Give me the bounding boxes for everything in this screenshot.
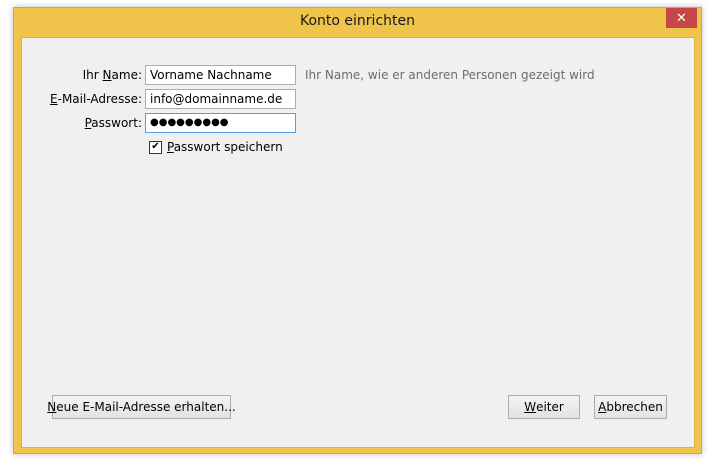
name-label: Ihr Name: (82, 68, 142, 82)
close-button[interactable]: ✕ (666, 8, 697, 28)
dialog-content: Ihr Name: Vorname Nachname Ihr Name, wie… (21, 37, 695, 448)
cancel-button[interactable]: Abbrechen (594, 395, 667, 419)
email-input[interactable]: info@domainname.de (145, 89, 296, 109)
password-label: Passwort: (84, 116, 142, 130)
remember-password-option[interactable]: ✔ Passwort speichern (149, 140, 283, 154)
remember-password-checkbox[interactable]: ✔ (149, 140, 162, 154)
name-input[interactable]: Vorname Nachname (145, 65, 296, 85)
close-icon: ✕ (676, 10, 687, 26)
remember-password-label: Passwort speichern (167, 140, 283, 154)
password-input[interactable]: ●●●●●●●●● (145, 113, 296, 133)
name-hint: Ihr Name, wie er anderen Personen gezeig… (305, 68, 595, 82)
checkmark-icon: ✔ (151, 141, 160, 152)
email-label: E-Mail-Adresse: (50, 92, 142, 106)
title-bar[interactable]: Konto einrichten ✕ (14, 8, 701, 36)
account-setup-window: Konto einrichten ✕ Ihr Name: Vorname Nac… (13, 7, 702, 454)
next-button[interactable]: Weiter (508, 395, 580, 419)
window-title: Konto einrichten (300, 13, 415, 29)
new-email-address-button[interactable]: Neue E-Mail-Adresse erhalten... (47, 395, 236, 419)
